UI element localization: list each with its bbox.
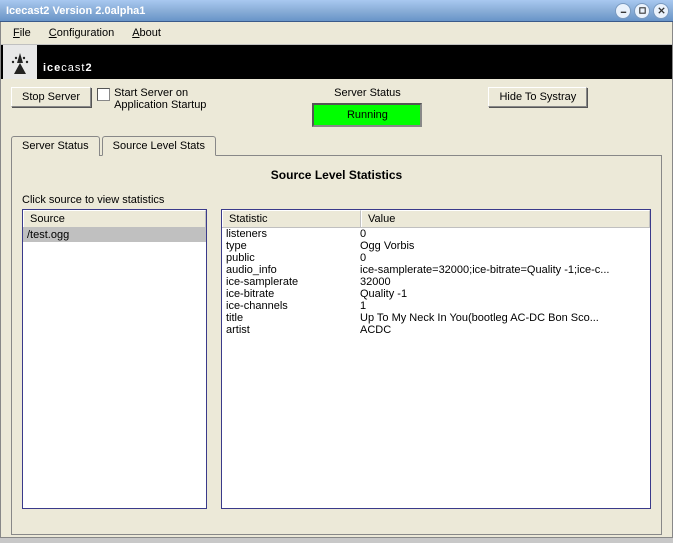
tab-strip: Server Status Source Level Stats [11,135,662,155]
autostart-checkbox-row: Start Server on Application Startup [97,87,206,111]
stat-row[interactable]: ice-channels1 [222,300,650,312]
server-status-group: Server Status Running [312,87,422,127]
stat-value: ACDC [360,324,646,336]
stat-value: 0 [360,228,646,240]
hide-to-systray-button[interactable]: Hide To Systray [488,87,587,107]
stat-value: Ogg Vorbis [360,240,646,252]
statistic-column-header[interactable]: Statistic [222,210,361,227]
lists-row: Source /test.ogg Statistic Value listene… [22,209,651,509]
stat-row[interactable]: typeOgg Vorbis [222,240,650,252]
menubar: File Configuration About [1,22,672,45]
stat-value: Up To My Neck In You(bootleg AC-DC Bon S… [360,312,646,324]
top-controls: Stop Server Start Server on Application … [11,87,662,127]
stat-row[interactable]: titleUp To My Neck In You(bootleg AC-DC … [222,312,650,324]
stat-name: title [226,312,360,324]
source-list[interactable]: Source /test.ogg [22,209,207,509]
stat-name: ice-samplerate [226,276,360,288]
stat-name: audio_info [226,264,360,276]
logo-bar: icecast2 [1,45,672,79]
source-row[interactable]: /test.ogg [23,228,206,242]
stat-row[interactable]: ice-bitrateQuality -1 [222,288,650,300]
menu-configuration[interactable]: Configuration [41,25,122,41]
stat-value: 0 [360,252,646,264]
stat-value: ice-samplerate=32000;ice-bitrate=Quality… [360,264,646,276]
server-status-label: Server Status [312,87,422,99]
stat-name: type [226,240,360,252]
autostart-label: Start Server on Application Startup [114,87,206,111]
autostart-checkbox[interactable] [97,88,110,101]
stat-row[interactable]: listeners0 [222,228,650,240]
tab-source-level-stats[interactable]: Source Level Stats [102,136,216,156]
app-window: File Configuration About icecast2 Stop S… [0,22,673,538]
source-list-header: Source [23,210,206,228]
stat-row[interactable]: ice-samplerate32000 [222,276,650,288]
stat-name: listeners [226,228,360,240]
stat-row[interactable]: public0 [222,252,650,264]
source-list-body: /test.ogg [23,228,206,508]
content-area: Stop Server Start Server on Application … [1,79,672,543]
stat-name: ice-channels [226,300,360,312]
logo-text: icecast2 [43,47,93,78]
stat-name: public [226,252,360,264]
stats-list-body: listeners0typeOgg Vorbispublic0audio_inf… [222,228,650,508]
tab-server-status[interactable]: Server Status [11,136,100,156]
stat-row[interactable]: artistACDC [222,324,650,336]
stop-server-button[interactable]: Stop Server [11,87,91,107]
stat-row[interactable]: audio_infoice-samplerate=32000;ice-bitra… [222,264,650,276]
panel-hint: Click source to view statistics [22,194,651,206]
window-title: Icecast2 Version 2.0alpha1 [6,5,612,17]
titlebar[interactable]: Icecast2 Version 2.0alpha1 [0,0,673,22]
maximize-button[interactable] [634,3,650,19]
close-button[interactable] [653,3,669,19]
stat-name: ice-bitrate [226,288,360,300]
logo-icon [3,45,37,79]
menu-about[interactable]: About [124,25,169,41]
stat-name: artist [226,324,360,336]
menu-file[interactable]: File [5,25,39,41]
stats-list[interactable]: Statistic Value listeners0typeOgg Vorbis… [221,209,651,509]
source-column-header[interactable]: Source [23,210,206,227]
tab-panel-source-stats: Source Level Statistics Click source to … [11,155,662,535]
panel-title: Source Level Statistics [22,168,651,182]
server-status-value: Running [312,103,422,127]
value-column-header[interactable]: Value [361,210,650,227]
minimize-button[interactable] [615,3,631,19]
stat-value: 1 [360,300,646,312]
stat-value: Quality -1 [360,288,646,300]
stat-value: 32000 [360,276,646,288]
stats-list-header: Statistic Value [222,210,650,228]
